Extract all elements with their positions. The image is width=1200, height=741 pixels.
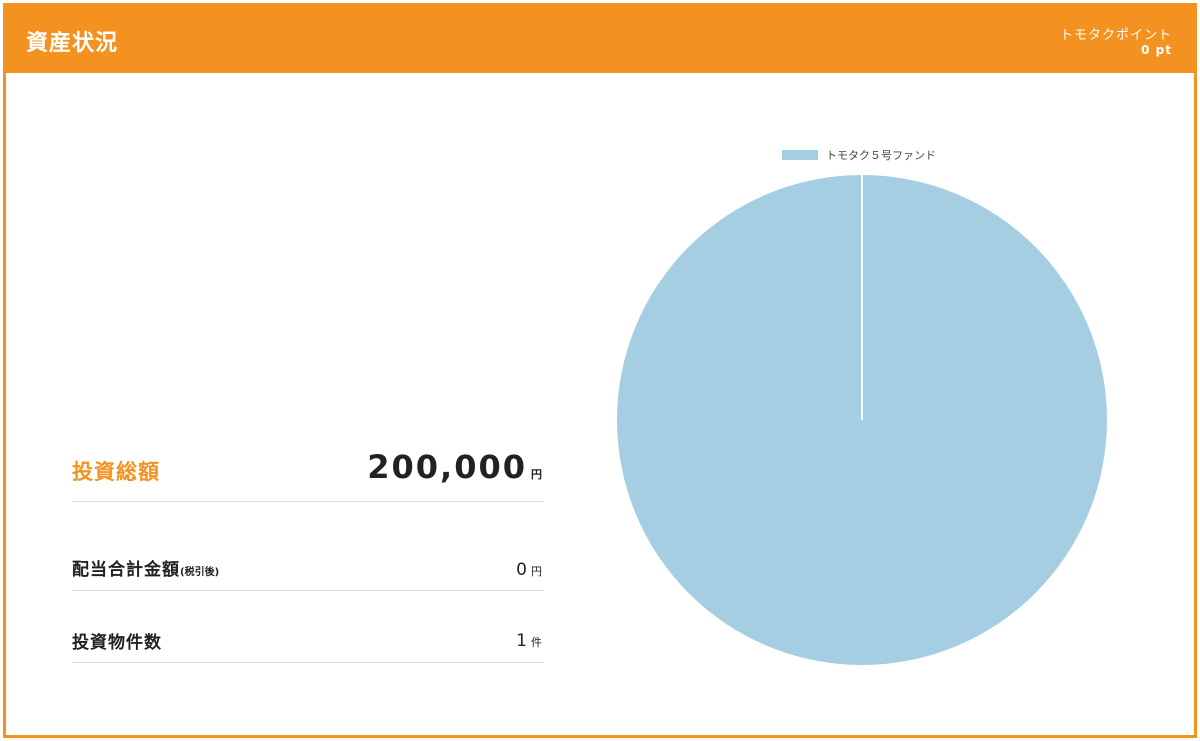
dividend-total-value: 0 xyxy=(516,560,527,580)
page-title: 資産状況 xyxy=(26,31,119,56)
dividend-total-row: 配当合計金額(税引後) 0円 xyxy=(72,546,544,591)
property-count-row: 投資物件数 1件 xyxy=(72,620,544,663)
total-investment-value-group: 200,000 円 xyxy=(367,448,542,486)
total-investment-unit: 円 xyxy=(531,468,542,481)
legend-label[interactable]: トモタク５号ファンド xyxy=(826,149,936,162)
dividend-tax-note: (税引後) xyxy=(180,567,220,578)
legend-swatch[interactable] xyxy=(782,150,818,160)
property-count-value-group: 1件 xyxy=(516,631,542,651)
header-bar: 資産状況 トモタクポイント 0 pt xyxy=(6,6,1194,73)
dividend-total-label-group: 配当合計金額(税引後) xyxy=(72,555,219,580)
total-investment-value: 200,000 xyxy=(367,448,527,486)
points-display: トモタクポイント 0 pt xyxy=(1060,28,1172,57)
asset-pie-chart: トモタク５号ファンド xyxy=(617,149,1107,665)
asset-pie-chart-container: トモタク５号ファンド xyxy=(600,130,1120,694)
points-value: 0 pt xyxy=(1141,43,1172,57)
total-investment-label: 投資総額 xyxy=(72,460,160,484)
property-count-unit: 件 xyxy=(531,636,542,649)
property-count-label: 投資物件数 xyxy=(72,633,162,653)
dividend-total-unit: 円 xyxy=(531,565,542,578)
property-count-value: 1 xyxy=(516,631,527,651)
dividend-total-label: 配当合計金額 xyxy=(72,560,180,580)
total-investment-row: 投資総額 200,000 円 xyxy=(72,448,544,502)
points-label: トモタクポイント xyxy=(1059,28,1172,43)
dividend-total-value-group: 0円 xyxy=(516,560,542,580)
